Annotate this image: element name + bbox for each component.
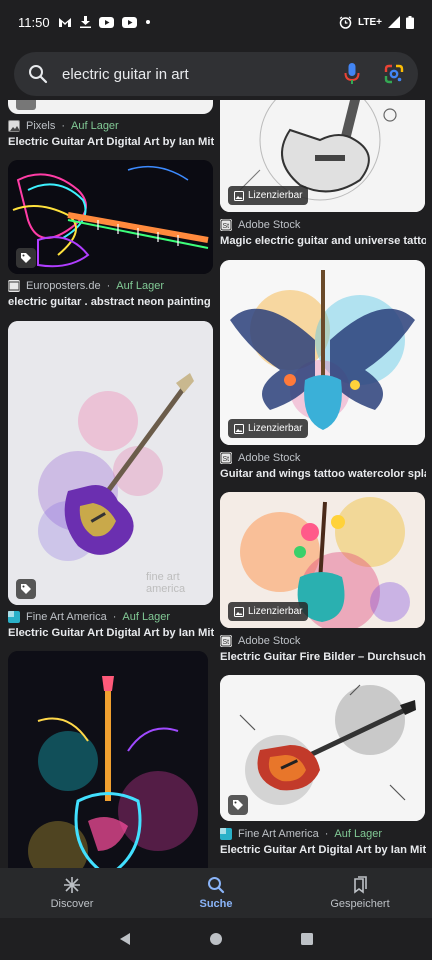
- youtube-icon: [121, 16, 137, 28]
- status-time: 11:50: [18, 14, 50, 30]
- status-bar: 11:50 LTE+: [0, 0, 432, 44]
- result-image[interactable]: Lizenzierbar: [220, 260, 425, 445]
- search-bar[interactable]: electric guitar in art: [14, 52, 418, 96]
- license-badge: Lizenzierbar: [228, 419, 309, 438]
- result-source[interactable]: St Adobe Stock: [220, 635, 300, 647]
- image-icon: [234, 423, 244, 434]
- fine-art-america-favicon-icon: [8, 611, 20, 623]
- svg-text:St: St: [223, 639, 230, 646]
- price-tag-icon: [228, 795, 248, 815]
- alarm-icon: [339, 15, 352, 29]
- price-tag-icon: [16, 248, 36, 268]
- discover-icon: [63, 876, 81, 894]
- result-title[interactable]: Electric Guitar Art Digital Art by Ian M…: [8, 136, 214, 148]
- search-icon: [207, 876, 225, 894]
- home-icon[interactable]: [209, 932, 223, 946]
- result-image[interactable]: [220, 675, 425, 821]
- back-icon[interactable]: [118, 932, 132, 946]
- result-title[interactable]: Electric Guitar Art Digital Art by Ian M…: [220, 844, 426, 856]
- notification-dot-icon: [145, 19, 151, 25]
- result-image[interactable]: [8, 100, 213, 114]
- fine-art-america-favicon-icon: [220, 828, 232, 840]
- image-icon: [234, 606, 244, 617]
- result-title[interactable]: electric guitar . abstract neon painting…: [8, 296, 214, 308]
- result-title[interactable]: Magic electric guitar and universe tatto…: [220, 235, 426, 247]
- result-image[interactable]: Lizenzierbar: [220, 100, 425, 212]
- network-type: LTE+: [358, 16, 382, 28]
- svg-text:St: St: [223, 223, 230, 230]
- battery-icon: [406, 15, 414, 29]
- result-title[interactable]: Guitar and wings tattoo watercolor splas…: [220, 468, 426, 480]
- result-source[interactable]: Europosters.de · Auf Lager: [8, 280, 164, 292]
- adobe-stock-favicon-icon: St: [220, 219, 232, 231]
- price-tag-icon: [16, 579, 36, 599]
- watermark-text: fine art america: [146, 571, 186, 595]
- europosters-favicon-icon: [8, 280, 20, 292]
- image-icon: [234, 190, 244, 201]
- license-badge: Lizenzierbar: [228, 602, 309, 621]
- download-icon: [79, 16, 91, 28]
- pixels-favicon-icon: [8, 120, 20, 132]
- result-image[interactable]: [8, 160, 213, 274]
- license-badge: Lizenzierbar: [228, 186, 309, 205]
- nav-search[interactable]: Suche: [144, 868, 288, 918]
- result-title[interactable]: Electric Guitar Art Digital Art by Ian M…: [8, 627, 214, 639]
- result-source[interactable]: Fine Art America · Auf Lager: [8, 611, 170, 623]
- search-icon[interactable]: [28, 64, 48, 84]
- search-input[interactable]: electric guitar in art: [62, 66, 344, 83]
- result-image[interactable]: Lizenzierbar: [220, 492, 425, 628]
- result-image[interactable]: [8, 651, 208, 868]
- youtube-icon: [98, 16, 114, 28]
- bottom-navigation: Discover Suche Gespeichert: [0, 868, 432, 918]
- signal-icon: [388, 16, 400, 28]
- nav-saved[interactable]: Gespeichert: [288, 868, 432, 918]
- result-source[interactable]: Fine Art America · Auf Lager: [220, 828, 382, 840]
- result-title[interactable]: Electric Guitar Fire Bilder – Durchsuche…: [220, 651, 426, 663]
- recents-icon[interactable]: [300, 932, 314, 946]
- adobe-stock-favicon-icon: St: [220, 635, 232, 647]
- image-results-grid: Pixels · Auf Lager Electric Guitar Art D…: [0, 100, 432, 868]
- microphone-icon[interactable]: [344, 63, 360, 85]
- google-lens-icon[interactable]: [384, 64, 404, 84]
- nav-discover[interactable]: Discover: [0, 868, 144, 918]
- svg-text:St: St: [223, 456, 230, 463]
- adobe-stock-favicon-icon: St: [220, 452, 232, 464]
- result-image[interactable]: fine art america: [8, 321, 213, 605]
- result-source[interactable]: St Adobe Stock: [220, 219, 300, 231]
- bookmarks-icon: [351, 876, 369, 894]
- result-source[interactable]: Pixels · Auf Lager: [8, 120, 119, 132]
- result-source[interactable]: St Adobe Stock: [220, 452, 300, 464]
- system-navigation-bar: [0, 918, 432, 960]
- gmail-icon: [58, 17, 72, 28]
